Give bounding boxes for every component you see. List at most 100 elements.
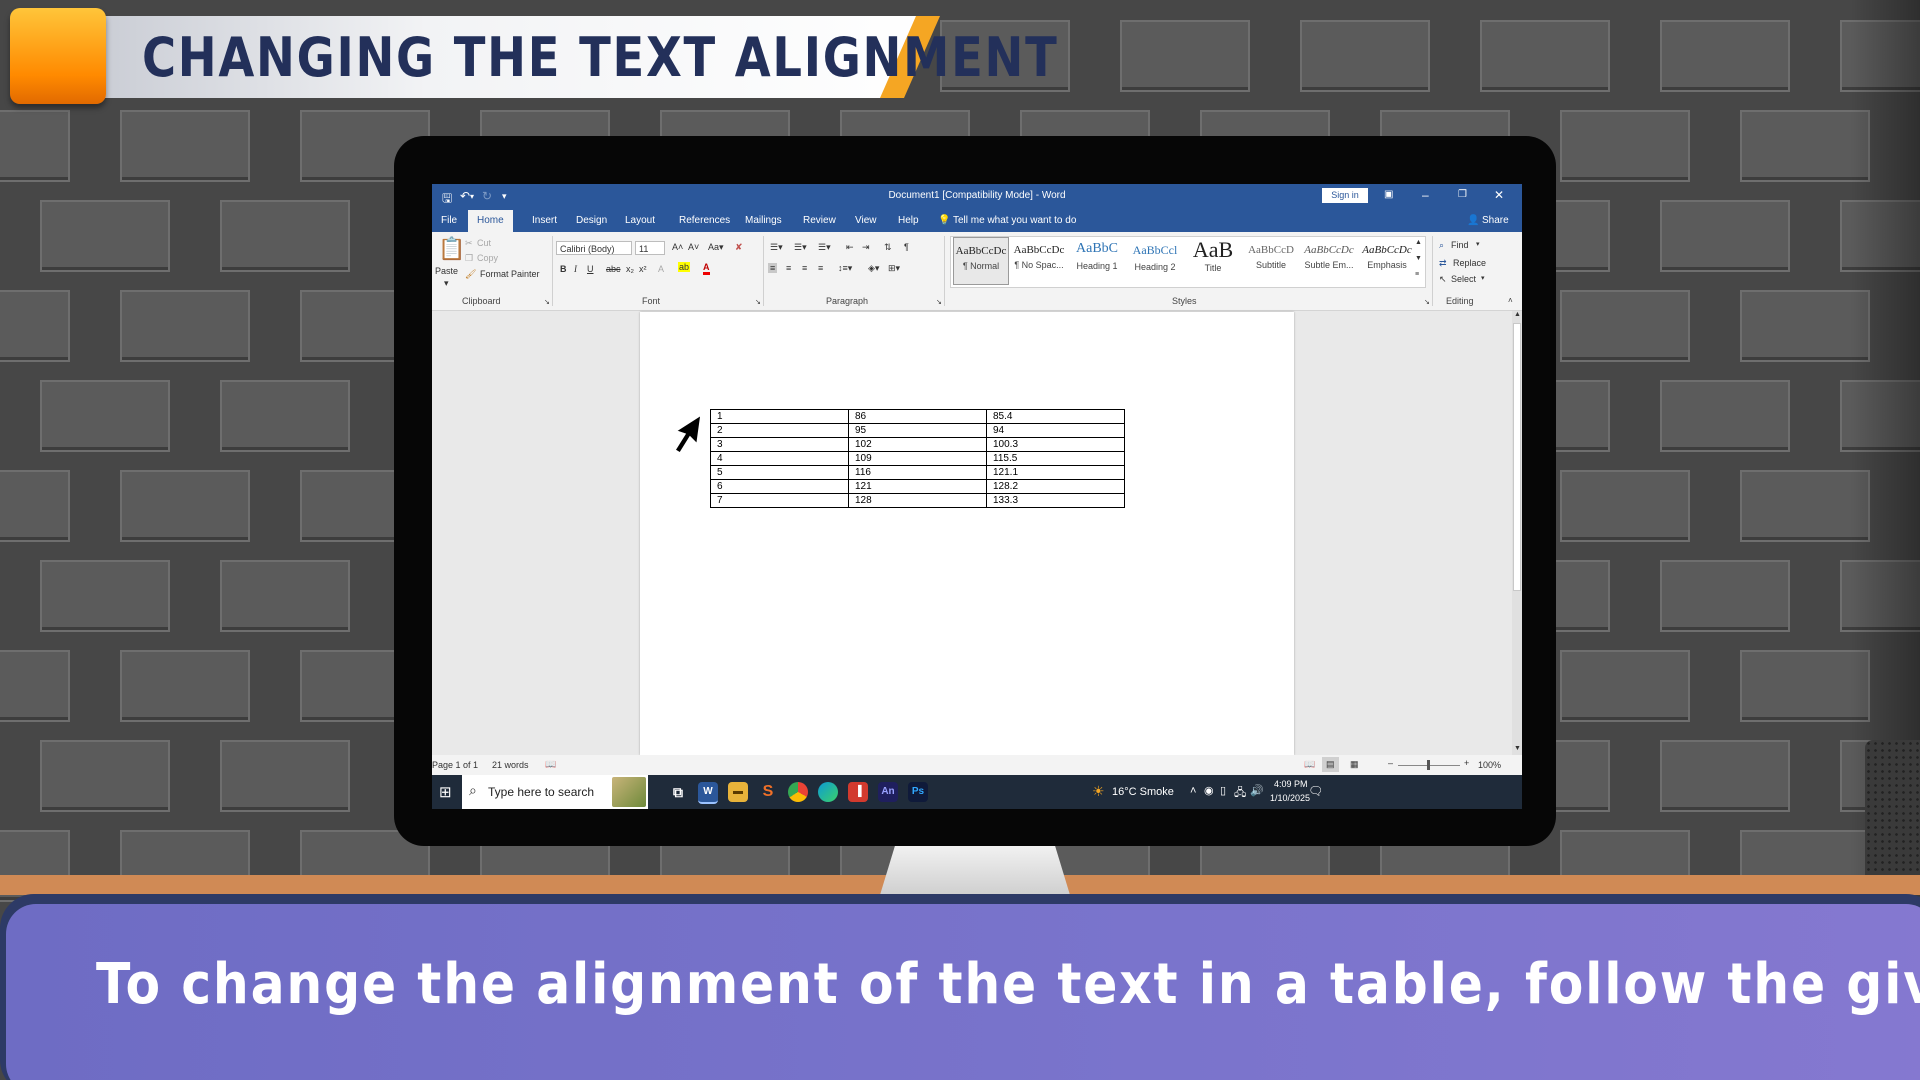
find-icon[interactable]: ⌕ [1439,240,1444,251]
align-center-icon[interactable]: ≡ [786,263,791,273]
word-app-icon[interactable]: W [698,782,718,804]
web-layout-icon[interactable]: ▦ [1350,759,1359,770]
table-cell[interactable]: 94 [986,423,1125,438]
table-row[interactable]: 5 116 121.1 [710,465,1125,480]
tab-view[interactable]: View [855,215,877,226]
paste-dropdown-icon[interactable]: ▾ [444,278,449,289]
find-button[interactable]: Find [1451,240,1469,250]
subscript-icon[interactable]: x₂ [626,264,634,274]
select-button[interactable]: Select [1451,274,1476,284]
zoom-in-icon[interactable]: + [1464,758,1469,768]
tab-references[interactable]: References [679,215,730,226]
paragraph-launcher-icon[interactable]: ↘ [936,298,942,306]
table-cell[interactable]: 133.3 [986,493,1125,508]
scroll-down-icon[interactable]: ▼ [1514,745,1521,752]
sublime-icon[interactable]: S [758,782,778,802]
table-row[interactable]: 7 128 133.3 [710,493,1125,508]
table-cell[interactable]: 116 [848,465,987,480]
show-marks-icon[interactable]: ¶ [904,242,909,252]
align-left-icon[interactable]: ≡ [768,263,778,273]
notifications-icon[interactable]: 🗨 [1308,784,1323,798]
weather-text[interactable]: 16°C Smoke [1112,786,1174,798]
table-cell[interactable]: 85.4 [986,409,1125,424]
chart-app-icon[interactable]: ▐ [848,782,868,802]
table-cell[interactable]: 102 [848,437,987,452]
strikethrough-icon[interactable]: abc [606,264,621,274]
style-subtle-emphasis[interactable]: AaBbCcDc Subtle Em... [1301,237,1357,285]
borders-icon[interactable]: ⊞▾ [888,263,900,274]
style-no-spacing[interactable]: AaBbCcDc ¶ No Spac... [1011,237,1067,285]
select-dropdown-icon[interactable]: ▾ [1481,274,1485,282]
vertical-scrollbar[interactable]: ▲ ▼ [1512,311,1522,755]
page-count[interactable]: Page 1 of 1 [432,760,478,770]
table-cell[interactable]: 109 [848,451,987,466]
multilevel-list-icon[interactable]: ☰▾ [818,242,831,253]
table-cell[interactable]: 3 [710,437,849,452]
highlight-icon[interactable]: ab [678,262,691,272]
tell-me-search[interactable]: Tell me what you want to do [953,215,1076,226]
ribbon-display-icon[interactable]: ▣ [1384,189,1393,200]
superscript-icon[interactable]: x² [639,264,647,274]
document-page[interactable]: 1 86 85.4 2 95 94 3 102 100.3 4 109 115.5 5 116 121.1 6… [640,312,1294,755]
table-row[interactable]: 4 109 115.5 [710,451,1125,466]
taskbar-search[interactable]: ⌕ Type here to search [462,775,648,809]
style-emphasis[interactable]: AaBbCcDc Emphasis [1359,237,1415,285]
font-launcher-icon[interactable]: ↘ [755,298,761,306]
cut-icon[interactable]: ✂ [465,238,473,249]
tab-file[interactable]: File [441,215,457,226]
zoom-slider-thumb[interactable] [1427,760,1430,770]
animate-app-icon[interactable]: An [878,782,898,802]
clock-date[interactable]: 1/10/2025 [1270,793,1310,803]
photoshop-app-icon[interactable]: Ps [908,782,928,802]
style-heading-2[interactable]: AaBbCcl Heading 2 [1127,237,1183,285]
zoom-out-icon[interactable]: – [1388,758,1393,768]
scroll-up-icon[interactable]: ▲ [1514,311,1521,318]
sort-icon[interactable]: ⇅ [884,242,892,253]
zoom-level[interactable]: 100% [1478,760,1501,770]
change-case-icon[interactable]: Aa▾ [708,242,724,253]
file-explorer-icon[interactable]: ▬ [728,782,748,802]
bullets-icon[interactable]: ☰▾ [770,242,783,253]
task-view-icon[interactable]: ⧉ [668,782,688,802]
shading-icon[interactable]: ◈▾ [868,263,879,274]
print-layout-icon[interactable]: ▤ [1322,757,1339,772]
windows-start-icon[interactable]: ⊞ [439,783,452,801]
text-effects-icon[interactable]: A [658,264,664,274]
share-button[interactable]: Share [1482,215,1509,226]
table-row[interactable]: 3 102 100.3 [710,437,1125,452]
shrink-font-icon[interactable]: A˅ [688,242,699,252]
sign-in-button[interactable]: Sign in [1322,188,1368,203]
style-subtitle[interactable]: AaBbCcD Subtitle [1243,237,1299,285]
table-cell[interactable]: 128.2 [986,479,1125,494]
increase-indent-icon[interactable]: ⇥ [862,242,870,253]
table-cell[interactable]: 2 [710,423,849,438]
format-painter-button[interactable]: Format Painter [480,269,540,279]
bold-icon[interactable]: B [560,264,567,274]
justify-icon[interactable]: ≡ [818,263,823,273]
copy-icon[interactable]: ❐ [465,253,473,264]
table-cell[interactable]: 95 [848,423,987,438]
table-cell[interactable]: 121 [848,479,987,494]
minimize-icon[interactable]: – [1422,188,1429,202]
font-size-combo[interactable]: 11 [635,241,665,255]
table-row[interactable]: 1 86 85.4 [710,409,1125,424]
volume-icon[interactable]: 🔊 [1250,784,1264,797]
cut-button[interactable]: Cut [477,238,491,248]
tray-overflow-icon[interactable]: ˄ [1190,785,1196,797]
tab-insert[interactable]: Insert [532,215,557,226]
close-icon[interactable]: ✕ [1494,188,1504,202]
align-right-icon[interactable]: ≡ [802,263,807,273]
clipboard-launcher-icon[interactable]: ↘ [544,298,550,306]
replace-button[interactable]: Replace [1453,258,1486,268]
find-dropdown-icon[interactable]: ▾ [1476,240,1480,248]
italic-icon[interactable]: I [574,264,577,274]
table-cell[interactable]: 100.3 [986,437,1125,452]
restore-icon[interactable]: ❐ [1458,189,1467,200]
data-table[interactable]: 1 86 85.4 2 95 94 3 102 100.3 4 109 115.5 5 116 121.1 6… [710,409,1125,508]
tab-layout[interactable]: Layout [625,215,655,226]
decrease-indent-icon[interactable]: ⇤ [846,242,854,253]
network-icon[interactable]: 🖧 [1234,784,1246,803]
chrome-icon[interactable] [788,782,808,802]
tab-review[interactable]: Review [803,215,836,226]
style-title[interactable]: AaB Title [1185,237,1241,285]
